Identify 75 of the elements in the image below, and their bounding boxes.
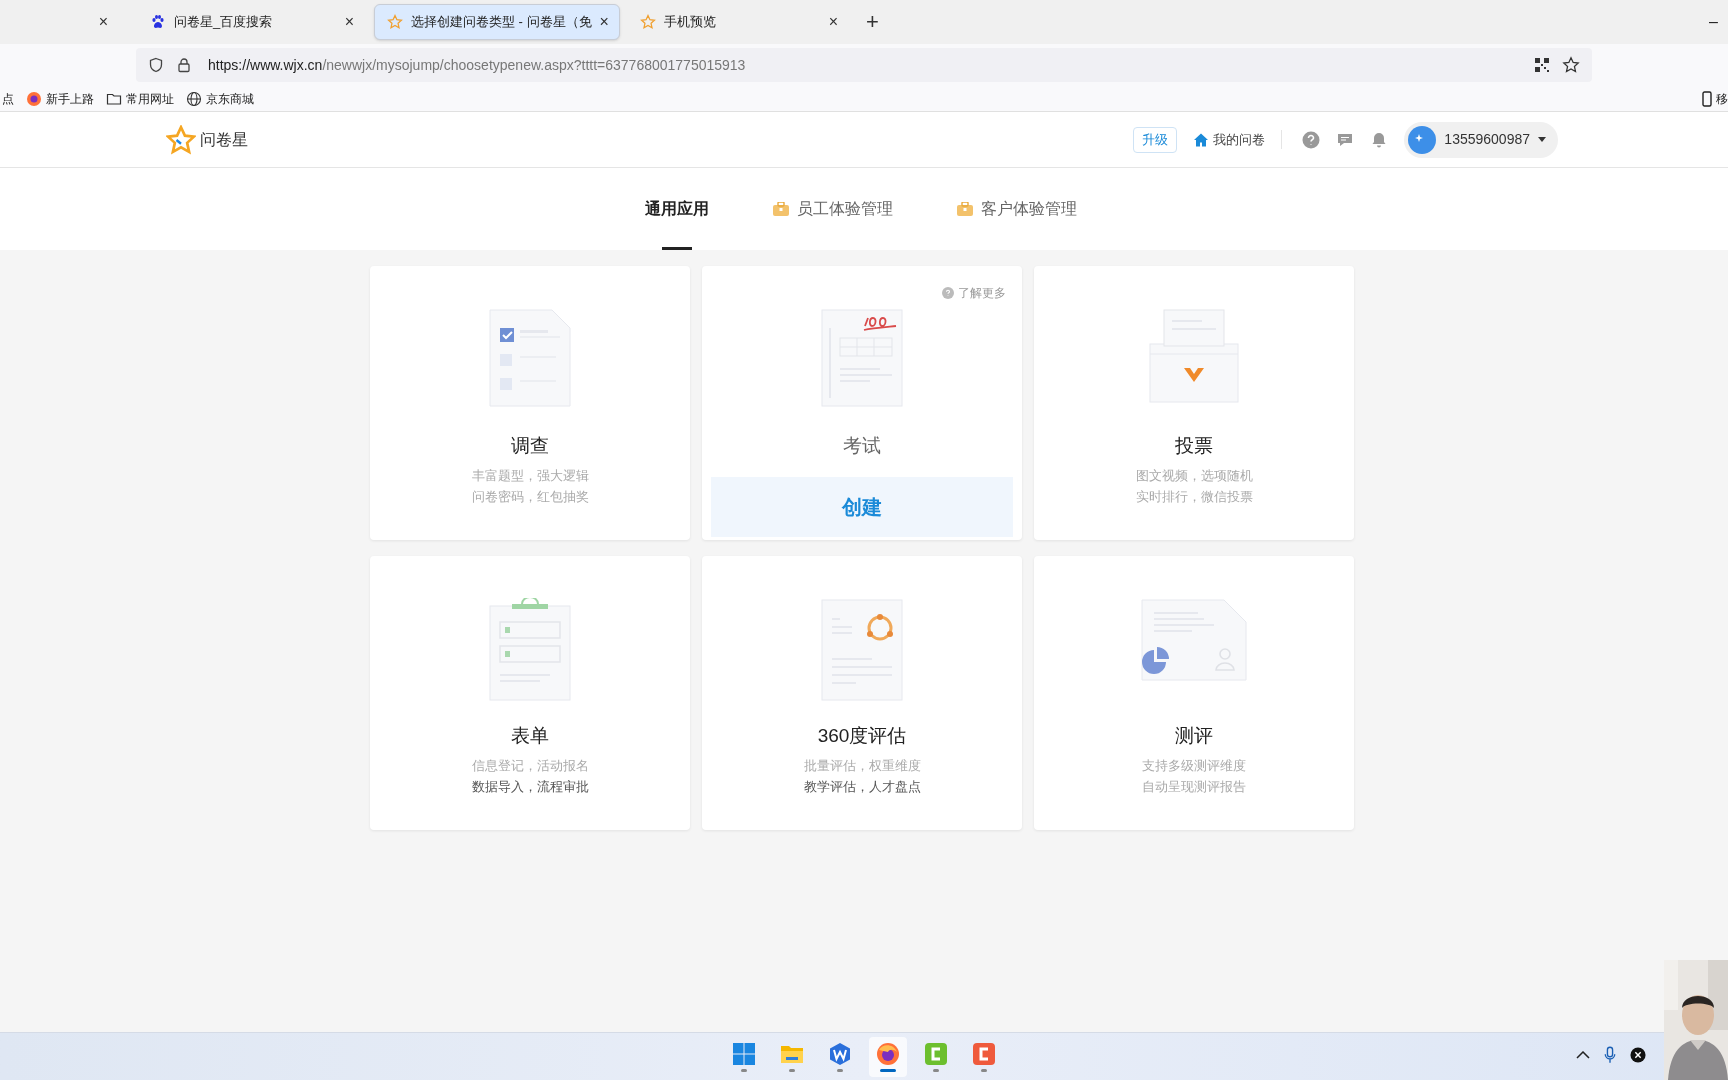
bookmark-item[interactable]: 点 [2, 89, 14, 108]
minimize-button[interactable]: – [1709, 10, 1718, 34]
close-icon[interactable]: × [344, 14, 354, 30]
close-icon[interactable]: × [599, 14, 609, 30]
card-description: 批量评估，权重维度 [803, 756, 921, 775]
wps-icon [828, 1041, 852, 1066]
paw-icon [150, 14, 166, 30]
card-description: 支持多级测评维度 [1142, 756, 1246, 775]
chevron-up-icon[interactable] [1576, 1051, 1590, 1059]
letter-c-app-icon [972, 1041, 996, 1066]
card-title: 360度评估 [817, 724, 907, 748]
shield-icon [148, 57, 164, 73]
star-icon [387, 14, 403, 30]
address-bar[interactable]: https://www.wjx.cn/newwjx/mysojump/choosetypenew.aspx?tttt=637768001775015913 [136, 48, 1592, 82]
bookmark-item[interactable]: 常用网址 [106, 89, 174, 108]
phone-icon [1702, 91, 1712, 107]
tab-title: 手机预览 [664, 13, 717, 32]
browser-tab[interactable]: 问卷星_百度搜索 × [138, 4, 366, 40]
upgrade-button[interactable]: 升级 [1133, 126, 1178, 153]
type-card[interactable]: 测评 支持多级测评维度 自动呈现测评报告 [1034, 556, 1354, 830]
star-icon [640, 14, 656, 30]
lock-icon [176, 57, 192, 73]
mobile-bookmarks-item[interactable]: 移 [1702, 90, 1728, 108]
card-description: 丰富题型，强大逻辑 [471, 466, 589, 485]
card-title: 考试 [843, 434, 881, 458]
type-card[interactable]: 360度评估 批量评估，权重维度 教学评估，人才盘点 [702, 556, 1022, 830]
close-icon[interactable]: × [98, 14, 108, 30]
card-title: 调查 [511, 434, 549, 458]
help-icon [942, 287, 954, 299]
caret-icon [1538, 137, 1546, 142]
user-phone: 13559600987 [1444, 130, 1530, 149]
new-tab-button[interactable]: + [866, 11, 879, 33]
type-card[interactable]: 调查 丰富题型，强大逻辑 问卷密码，红包抽奖 [370, 266, 690, 540]
my-surveys-link[interactable]: 我的问卷 [1193, 129, 1283, 150]
browser-tab[interactable]: 选择创建问卷类型 - 问卷星（免 × [374, 4, 620, 40]
letter-c-app-icon [924, 1041, 948, 1066]
home-icon [1193, 131, 1210, 148]
firefox-icon [26, 90, 42, 107]
microphone-icon[interactable] [1604, 1046, 1616, 1064]
close-icon[interactable] [1630, 1047, 1646, 1063]
card-description: 教学评估，人才盘点 [803, 777, 921, 796]
bookmark-item[interactable]: 新手上路 [26, 89, 94, 108]
star-logo-icon [166, 124, 196, 155]
card-description: 问卷密码，红包抽奖 [471, 487, 589, 506]
bookmark-star-icon[interactable] [1562, 56, 1580, 74]
type-card[interactable]: 投票 图文视频，选项随机 实时排行，微信投票 [1034, 266, 1354, 540]
logo-text: 问卷星 [200, 129, 248, 150]
card-title: 测评 [1175, 724, 1213, 748]
nav-tab[interactable]: 客户体验管理 [957, 168, 1077, 250]
type-card[interactable]: 表单 信息登记，活动报名 数据导入，流程审批 [370, 556, 690, 830]
card-description: 信息登记，活动报名 [471, 756, 589, 775]
card-description: 图文视频，选项随机 [1135, 466, 1253, 485]
globe-icon [186, 90, 202, 107]
card-title: 投票 [1175, 434, 1213, 458]
help-icon[interactable] [1302, 130, 1321, 149]
browser-tab[interactable]: × [0, 4, 120, 40]
user-menu[interactable]: 13559600987 [1404, 121, 1558, 158]
nav-tab[interactable]: 通用应用 [645, 168, 709, 250]
firefox-icon [876, 1041, 900, 1066]
url-text: https://www.wjx.cn/newwjx/mysojump/choosetypenew.aspx?tttt=637768001775015913 [208, 55, 746, 75]
taskbar-button[interactable] [869, 1036, 907, 1077]
card-title: 表单 [511, 724, 549, 748]
browser-tab[interactable]: 手机预览 × [628, 4, 850, 40]
card-description: 实时排行，微信投票 [1135, 487, 1253, 506]
avatar-icon [1408, 125, 1437, 154]
bookmark-item[interactable]: 京东商城 [186, 89, 254, 108]
tab-title: 问卷星_百度搜索 [174, 13, 274, 32]
logo[interactable]: 问卷星 [166, 124, 248, 155]
card-description: 自动呈现测评报告 [1142, 777, 1246, 796]
card-description: 数据导入，流程审批 [471, 777, 589, 796]
nav-tab[interactable]: 员工体验管理 [773, 168, 893, 250]
windows-icon [732, 1041, 756, 1066]
tab-title: 选择创建问卷类型 - 问卷星（免 [411, 13, 592, 32]
close-icon[interactable]: × [828, 14, 838, 30]
qr-code-icon[interactable] [1534, 57, 1550, 73]
